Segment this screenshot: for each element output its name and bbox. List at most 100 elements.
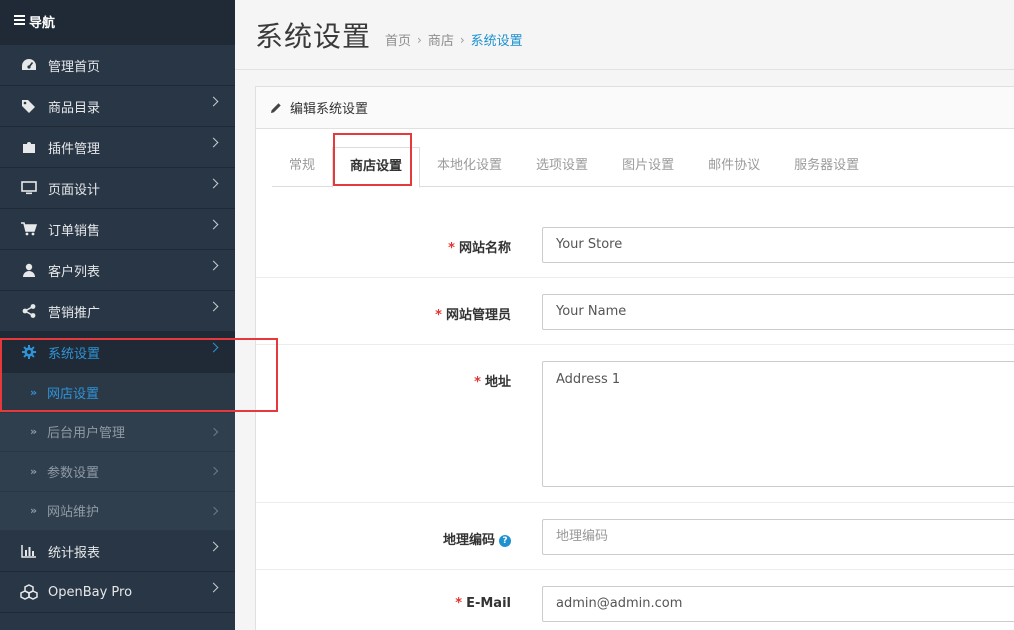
chevron-right-icon <box>208 260 219 271</box>
tab-general[interactable]: 常规 <box>272 147 332 187</box>
chevron-right-icon <box>208 137 219 148</box>
store-name-input[interactable]: Your Store <box>542 227 1014 263</box>
geocode-label: 地理编码? <box>443 529 511 548</box>
sidebar-item-dashboard[interactable]: 管理首页 <box>0 45 235 86</box>
sidebar-subitem-label: 参数设置 <box>47 465 100 481</box>
sidebar-item-customers[interactable]: 客户列表 <box>0 250 235 291</box>
tab-localisation[interactable]: 本地化设置 <box>420 147 519 187</box>
sidebar-subitem-store-settings[interactable]: » 网店设置 <box>0 373 235 413</box>
required-marker: * <box>474 375 481 390</box>
tags-icon <box>19 99 39 113</box>
nav-header: 导航 <box>0 0 235 45</box>
main-content: 系统设置 首页 › 商店 › 系统设置 编辑系统设置 常规 商店设置 本地化设置… <box>235 0 1014 630</box>
form-row-geocode: 地理编码? 地理编码 <box>256 503 1014 570</box>
store-name-label: * 网站名称 <box>448 241 511 256</box>
sidebar: 导航 管理首页 商品目录 插件管理 页面设计 订单销售 客户列表 营销推广 系统… <box>0 0 235 630</box>
address-label: * 地址 <box>474 375 511 390</box>
store-settings-form: * 网站名称 Your Store * 网站管理员 Your Name * 地址 Ad… <box>256 211 1014 630</box>
user-icon <box>19 263 39 277</box>
sidebar-item-label: 系统设置 <box>48 346 101 362</box>
geocode-input[interactable]: 地理编码 <box>542 519 1014 555</box>
panel-heading: 编辑系统设置 <box>256 87 1014 129</box>
required-marker: * <box>448 241 455 256</box>
dashboard-icon <box>19 58 39 72</box>
help-icon[interactable]: ? <box>499 535 511 547</box>
sidebar-item-label: 插件管理 <box>48 141 101 157</box>
panel-title: 编辑系统设置 <box>290 102 369 117</box>
chevron-right-icon <box>209 506 219 515</box>
form-row-owner: * 网站管理员 Your Name <box>256 278 1014 345</box>
bar-chart-icon <box>19 544 39 558</box>
form-row-store-name: * 网站名称 Your Store <box>256 211 1014 278</box>
sidebar-item-label: 页面设计 <box>48 182 101 198</box>
sidebar-item-catalog[interactable]: 商品目录 <box>0 86 235 127</box>
required-marker: * <box>455 596 463 611</box>
address-textarea[interactable]: Address 1 <box>542 361 1014 487</box>
sidebar-subitem-label: 后台用户管理 <box>47 426 126 442</box>
chevron-right-icon <box>208 96 219 107</box>
sidebar-item-label: 客户列表 <box>48 264 101 280</box>
form-row-email: * E-Mail admin@admin.com <box>256 570 1014 630</box>
breadcrumb-current[interactable]: 系统设置 <box>471 30 523 49</box>
pencil-icon <box>270 102 282 114</box>
sidebar-item-label: 管理首页 <box>48 59 101 75</box>
chevron-right-icon <box>208 582 219 593</box>
chevron-right-icon <box>208 541 219 552</box>
chevron-right-icon <box>209 427 219 436</box>
breadcrumb-separator-icon: › <box>459 32 465 47</box>
owner-label: * 网站管理员 <box>435 308 511 323</box>
sidebar-item-system[interactable]: 系统设置 <box>0 332 235 373</box>
double-chevron-icon: » <box>30 385 38 399</box>
breadcrumb: 首页 › 商店 › 系统设置 <box>385 30 523 50</box>
form-row-address: * 地址 Address 1 <box>256 345 1014 503</box>
sidebar-item-label: 营销推广 <box>48 305 101 321</box>
sidebar-item-label: 商品目录 <box>48 100 101 116</box>
tab-server[interactable]: 服务器设置 <box>777 147 876 187</box>
sidebar-subitem-users[interactable]: » 后台用户管理 <box>0 412 235 452</box>
gear-icon <box>19 345 39 359</box>
required-marker: * <box>435 308 442 323</box>
breadcrumb-store[interactable]: 商店 <box>428 30 454 49</box>
sidebar-subitem-maintenance[interactable]: » 网站维护 <box>0 491 235 531</box>
owner-input[interactable]: Your Name <box>542 294 1014 330</box>
nav-header-label: 导航 <box>29 16 56 31</box>
sidebar-subitem-localisation[interactable]: » 参数设置 <box>0 452 235 492</box>
tab-option[interactable]: 选项设置 <box>519 147 605 187</box>
email-input[interactable]: admin@admin.com <box>542 586 1014 622</box>
sidebar-item-label: OpenBay Pro <box>48 584 133 600</box>
breadcrumb-separator-icon: › <box>417 32 422 47</box>
email-label: * E-Mail <box>455 596 511 611</box>
double-chevron-icon: » <box>30 464 38 478</box>
sidebar-item-reports[interactable]: 统计报表 <box>0 531 235 572</box>
desktop-icon <box>19 181 39 195</box>
sidebar-item-openbay[interactable]: OpenBay Pro <box>0 572 235 613</box>
page-title: 系统设置 <box>255 19 372 53</box>
sidebar-subitem-label: 网店设置 <box>47 386 100 402</box>
sidebar-item-label: 统计报表 <box>48 545 101 561</box>
chevron-right-icon <box>209 466 219 476</box>
page-header: 系统设置 首页 › 商店 › 系统设置 <box>235 0 1014 70</box>
tab-mail[interactable]: 邮件协议 <box>691 147 777 187</box>
share-icon <box>19 304 39 318</box>
chevron-right-icon <box>208 178 219 189</box>
settings-tabs: 常规 商店设置 本地化设置 选项设置 图片设置 邮件协议 服务器设置 <box>272 147 1014 188</box>
sidebar-item-marketing[interactable]: 营销推广 <box>0 291 235 332</box>
sidebar-subitem-label: 网站维护 <box>47 505 100 521</box>
chevron-right-icon <box>208 301 219 312</box>
sidebar-item-label: 订单销售 <box>48 223 101 239</box>
sidebar-item-sales[interactable]: 订单销售 <box>0 209 235 250</box>
chevron-right-icon <box>208 219 219 230</box>
sidebar-item-design[interactable]: 页面设计 <box>0 168 235 209</box>
double-chevron-icon: » <box>30 425 38 439</box>
puzzle-icon <box>19 140 39 154</box>
double-chevron-icon: » <box>30 504 38 518</box>
breadcrumb-home[interactable]: 首页 <box>385 30 411 49</box>
settings-panel: 编辑系统设置 常规 商店设置 本地化设置 选项设置 图片设置 邮件协议 服务器设… <box>255 86 1014 630</box>
menu-bars-icon <box>14 15 25 27</box>
tab-image[interactable]: 图片设置 <box>605 147 691 187</box>
cart-icon <box>19 222 39 236</box>
sidebar-item-extensions[interactable]: 插件管理 <box>0 127 235 168</box>
tab-store[interactable]: 商店设置 <box>332 147 421 188</box>
cubes-icon <box>19 584 39 600</box>
chevron-right-icon <box>208 342 219 353</box>
